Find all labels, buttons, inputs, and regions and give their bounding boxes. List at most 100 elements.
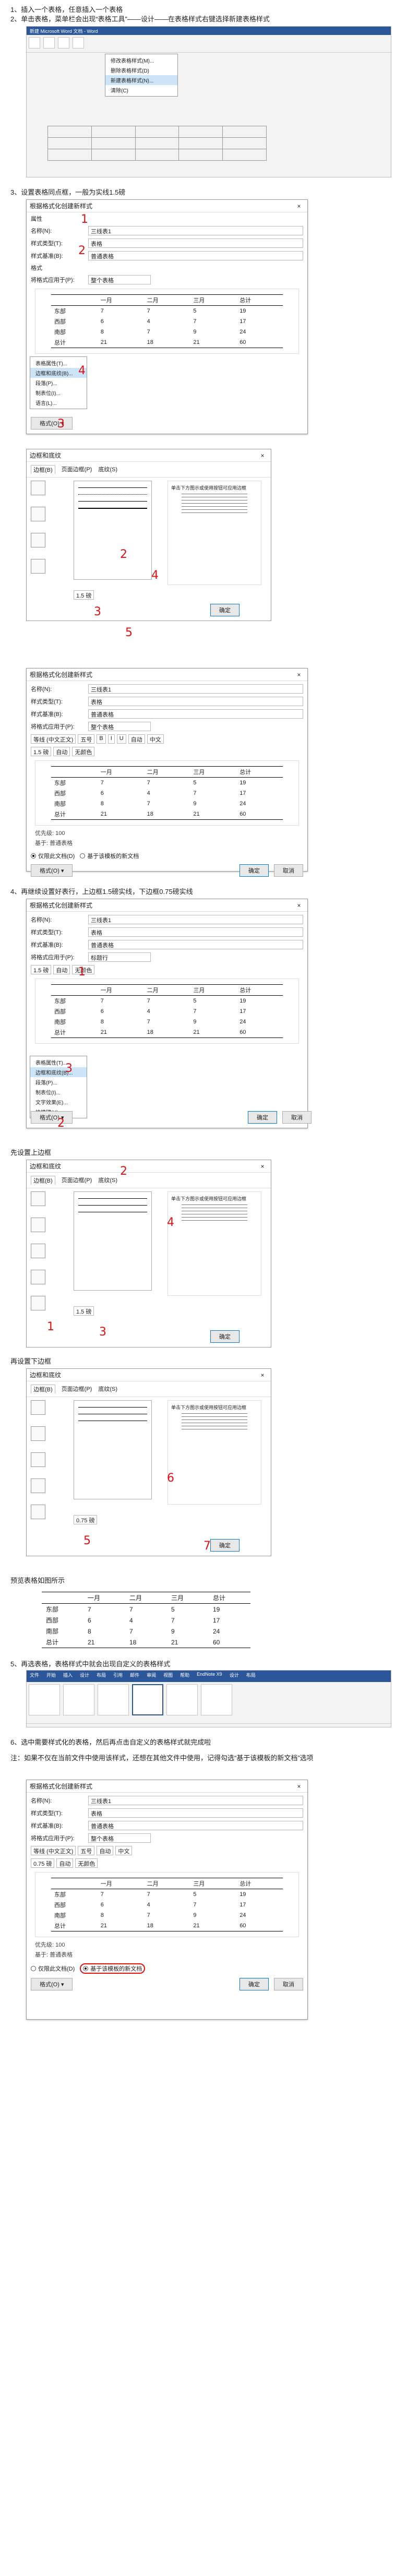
menu-item-borders[interactable]: 边框和底纹(B)... — [30, 1067, 87, 1077]
style-type-select[interactable]: 表格 — [88, 927, 303, 937]
style-base-select[interactable]: 普通表格 — [88, 940, 303, 949]
border-color-select[interactable]: 自动 — [53, 747, 70, 756]
apply-to-select[interactable]: 整个表格 — [88, 722, 151, 731]
table-style-icon[interactable] — [58, 37, 69, 49]
menu-item[interactable]: 修改表格样式(M)... — [105, 55, 177, 65]
border-width-select[interactable]: 0.75 磅 — [31, 1858, 55, 1868]
border-style-list[interactable] — [74, 481, 152, 580]
tab-review[interactable]: 审阅 — [147, 1672, 156, 1681]
lang-select[interactable]: 中文 — [115, 1846, 133, 1855]
ok-button[interactable]: 确定 — [210, 604, 240, 616]
style-name-field[interactable]: 三线表1 — [88, 1796, 303, 1805]
cancel-button[interactable]: 取消 — [282, 1111, 312, 1124]
close-icon[interactable]: × — [257, 1163, 268, 1170]
tab-page-borders[interactable]: 页面边框(P) — [62, 1176, 92, 1185]
apply-to-select[interactable]: 标题行 — [88, 952, 151, 962]
setting-none-icon[interactable] — [31, 481, 45, 495]
border-preview[interactable]: 单击下方图示或使用按钮可应用边框 — [167, 1400, 261, 1505]
setting-box-icon[interactable] — [31, 507, 45, 521]
color-select[interactable]: 自动 — [128, 734, 145, 744]
menu-item[interactable]: 删除表格样式(D) — [105, 65, 177, 75]
menu-item-new-style[interactable]: 新建表格样式(N)... — [105, 75, 177, 85]
width-select[interactable]: 1.5 磅 — [74, 1306, 94, 1316]
inserted-table[interactable] — [47, 126, 267, 161]
tab-references[interactable]: 引用 — [113, 1672, 123, 1681]
font-select[interactable]: 等线 (中文正文) — [31, 734, 76, 744]
tab-shading[interactable]: 底纹(S) — [98, 465, 117, 474]
setting-all-icon[interactable] — [31, 533, 45, 547]
border-width-select[interactable]: 1.5 磅 — [31, 965, 52, 974]
table-style-icon[interactable] — [201, 1684, 232, 1715]
width-select[interactable]: 1.5 磅 — [74, 590, 94, 600]
style-name-field[interactable]: 三线表1 — [88, 915, 303, 924]
tab-insert[interactable]: 插入 — [63, 1672, 73, 1681]
table-style-icon[interactable] — [98, 1684, 129, 1715]
setting-box-icon[interactable] — [31, 1426, 45, 1441]
setting-all-icon[interactable] — [31, 1452, 45, 1467]
table-style-icon[interactable] — [43, 37, 55, 49]
cancel-button[interactable]: 取消 — [274, 864, 303, 877]
border-color-select[interactable]: 自动 — [56, 1858, 74, 1868]
underline-button[interactable]: U — [116, 734, 126, 744]
tab-file[interactable]: 文件 — [30, 1672, 39, 1681]
close-icon[interactable]: × — [294, 202, 304, 210]
menu-item[interactable]: 语言(L)... — [30, 398, 87, 408]
shading-select[interactable]: 无颜色 — [72, 747, 95, 756]
only-this-doc-radio[interactable] — [31, 853, 36, 858]
tab-view[interactable]: 视图 — [163, 1672, 173, 1681]
style-type-select[interactable]: 表格 — [88, 238, 303, 248]
style-base-select[interactable]: 普通表格 — [88, 251, 303, 260]
only-this-doc-radio[interactable] — [31, 1966, 36, 1971]
size-select[interactable]: 五号 — [78, 1846, 95, 1855]
cancel-button[interactable]: 取消 — [274, 1978, 303, 1990]
setting-grid-icon[interactable] — [31, 1270, 45, 1284]
close-icon[interactable]: × — [257, 452, 268, 459]
ok-button[interactable]: 确定 — [240, 864, 269, 877]
border-style-list[interactable] — [74, 1400, 152, 1499]
tab-page-borders[interactable]: 页面边框(P) — [62, 1385, 92, 1393]
setting-all-icon[interactable] — [31, 1244, 45, 1258]
bold-button[interactable]: B — [97, 734, 106, 744]
tab-table-design[interactable]: 设计 — [230, 1672, 239, 1681]
close-icon[interactable]: × — [257, 1372, 268, 1379]
width-select[interactable]: 0.75 磅 — [74, 1515, 98, 1524]
format-button[interactable]: 格式(O) ▾ — [31, 864, 73, 877]
style-type-select[interactable]: 表格 — [88, 697, 303, 706]
menu-item[interactable]: 清除(C) — [105, 85, 177, 95]
tab-borders[interactable]: 边框(B) — [31, 465, 55, 474]
style-name-field[interactable]: 三线表1 — [88, 226, 303, 235]
setting-none-icon[interactable] — [31, 1400, 45, 1415]
table-style-icon[interactable] — [63, 1684, 94, 1715]
tab-mailings[interactable]: 邮件 — [130, 1672, 139, 1681]
ok-button[interactable]: 确定 — [248, 1111, 277, 1124]
setting-box-icon[interactable] — [31, 1218, 45, 1232]
table-style-icon[interactable] — [29, 37, 40, 49]
setting-none-icon[interactable] — [31, 1191, 45, 1206]
border-preview[interactable]: 单击下方图示或使用按钮可应用边框 — [167, 481, 261, 585]
table-style-icon[interactable] — [73, 37, 84, 49]
tab-shading[interactable]: 底纹(S) — [98, 1385, 117, 1393]
border-color-select[interactable]: 自动 — [53, 965, 70, 974]
italic-button[interactable]: I — [107, 734, 115, 744]
style-base-select[interactable]: 普通表格 — [88, 709, 303, 719]
setting-custom-icon[interactable] — [31, 1296, 45, 1310]
menu-item[interactable]: 段落(P)... — [30, 1077, 87, 1087]
tab-table-layout[interactable]: 布局 — [246, 1672, 256, 1681]
tab-endnote[interactable]: EndNote X9 — [197, 1672, 222, 1681]
template-radio[interactable] — [83, 1966, 89, 1971]
style-base-select[interactable]: 普通表格 — [88, 1821, 303, 1830]
border-width-select[interactable]: 1.5 磅 — [31, 747, 52, 756]
border-preview[interactable]: 单击下方图示或使用按钮可应用边框 — [167, 1191, 261, 1296]
apply-to-select[interactable]: 整个表格 — [88, 275, 151, 284]
menu-item[interactable]: 段落(P)... — [30, 378, 87, 388]
apply-to-select[interactable]: 整个表格 — [88, 1833, 151, 1843]
close-icon[interactable]: × — [294, 902, 304, 909]
ok-button[interactable]: 确定 — [240, 1978, 269, 1990]
table-style-icon[interactable] — [166, 1684, 198, 1715]
ok-button[interactable]: 确定 — [210, 1539, 240, 1552]
tab-shading[interactable]: 底纹(S) — [98, 1176, 117, 1185]
custom-table-style-icon[interactable] — [132, 1684, 163, 1715]
style-type-select[interactable]: 表格 — [88, 1808, 303, 1818]
format-button[interactable]: 格式(O) ▾ — [31, 1111, 73, 1124]
table-style-icon[interactable] — [29, 1684, 60, 1715]
